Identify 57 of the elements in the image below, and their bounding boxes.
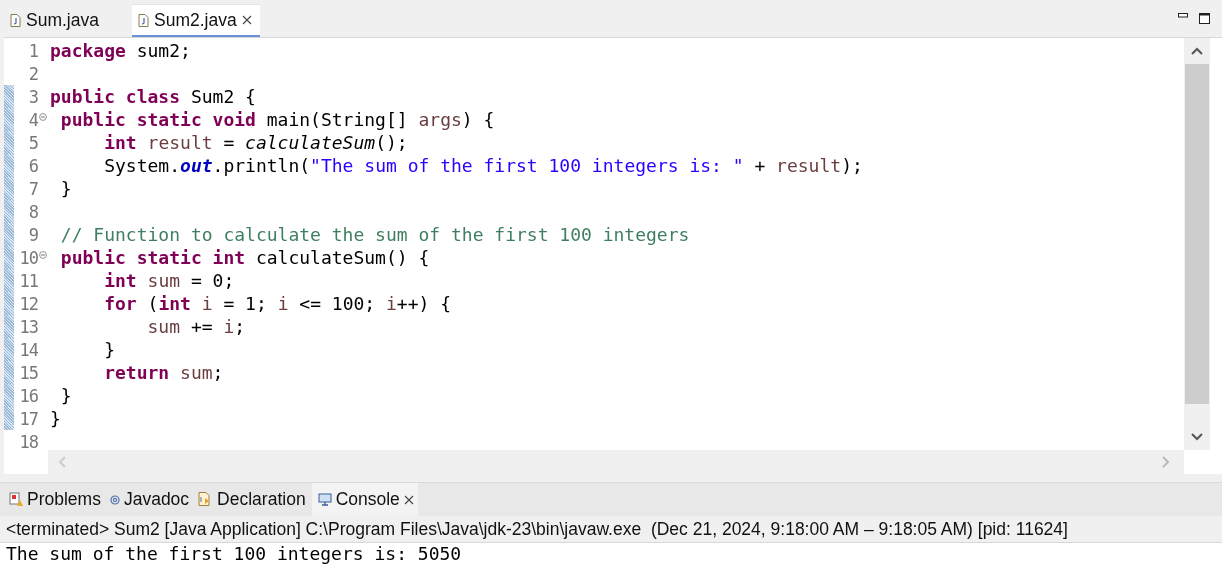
code-line: // Function to calculate the sum of the first 100 integers bbox=[59, 224, 690, 245]
code-line: } bbox=[103, 339, 116, 360]
scroll-down-icon[interactable] bbox=[1191, 433, 1203, 441]
problems-icon bbox=[9, 492, 23, 507]
scroll-left-icon[interactable] bbox=[58, 456, 66, 468]
code-line: for (int i = 1; i <= 100; i++) { bbox=[103, 293, 452, 314]
code-line: } bbox=[59, 178, 72, 199]
line-number: 2 bbox=[27, 63, 38, 84]
line-number: 9 bbox=[27, 224, 38, 245]
editor-tab[interactable]: Sum2.java bbox=[132, 4, 260, 37]
line-number: 16 bbox=[18, 385, 38, 406]
code-line: sum += i; bbox=[146, 316, 246, 337]
scroll-up-icon[interactable] bbox=[1191, 47, 1203, 55]
java-file-icon bbox=[10, 14, 21, 27]
line-number: 8 bbox=[27, 201, 38, 222]
scroll-thumb[interactable] bbox=[1185, 64, 1209, 404]
view-tab[interactable]: Javadoc bbox=[106, 483, 193, 516]
line-number: 4 bbox=[27, 109, 38, 130]
code-line: int sum = 0; bbox=[103, 270, 235, 291]
line-number: 7 bbox=[27, 178, 38, 199]
line-number: 12 bbox=[18, 293, 38, 314]
monitor-icon bbox=[317, 493, 332, 506]
close-icon[interactable] bbox=[403, 494, 414, 505]
java-file-icon bbox=[138, 13, 149, 27]
console-output: The sum of the first 100 integers is: 5050 bbox=[6, 543, 462, 565]
maximize-icon[interactable] bbox=[1199, 13, 1210, 24]
horizontal-scrollbar[interactable] bbox=[48, 450, 1184, 474]
line-number: 18 bbox=[18, 431, 38, 452]
view-tab[interactable]: Problems bbox=[6, 483, 104, 516]
code-line: } bbox=[59, 385, 72, 406]
line-number: 1 bbox=[27, 40, 38, 61]
code-line: package sum2; bbox=[50, 40, 191, 61]
line-number: 17 bbox=[18, 408, 38, 429]
code-line: System.out.println("The sum of the first 100 integers is: " + result); bbox=[103, 155, 863, 176]
line-number: 10 bbox=[18, 247, 38, 268]
code-line: public class Sum2 { bbox=[50, 86, 256, 107]
collapse-icon[interactable] bbox=[39, 112, 47, 121]
minimize-icon[interactable] bbox=[1178, 13, 1188, 18]
scroll-right-icon[interactable] bbox=[1162, 456, 1170, 468]
line-number: 6 bbox=[27, 155, 38, 176]
collapse-icon[interactable] bbox=[39, 250, 47, 259]
line-number: 5 bbox=[27, 132, 38, 153]
vertical-scrollbar[interactable] bbox=[1184, 38, 1210, 450]
line-number: 13 bbox=[18, 316, 38, 337]
view-tab[interactable]: Console bbox=[311, 483, 418, 516]
line-number: 11 bbox=[18, 270, 38, 291]
editor-tab[interactable]: Sum.java bbox=[4, 4, 118, 37]
code-line: return sum; bbox=[103, 362, 224, 383]
line-number: 14 bbox=[18, 339, 38, 360]
line-number: 3 bbox=[27, 86, 38, 107]
code-line: public static int calculateSum() { bbox=[59, 247, 430, 268]
close-icon[interactable] bbox=[241, 15, 252, 25]
line-number: 15 bbox=[18, 362, 38, 383]
code-line: } bbox=[50, 408, 61, 429]
code-line: int result = calculateSum(); bbox=[103, 132, 408, 153]
code-line: public static void main(String[] args) { bbox=[59, 109, 495, 130]
view-tab[interactable]: Declaration bbox=[195, 483, 309, 516]
